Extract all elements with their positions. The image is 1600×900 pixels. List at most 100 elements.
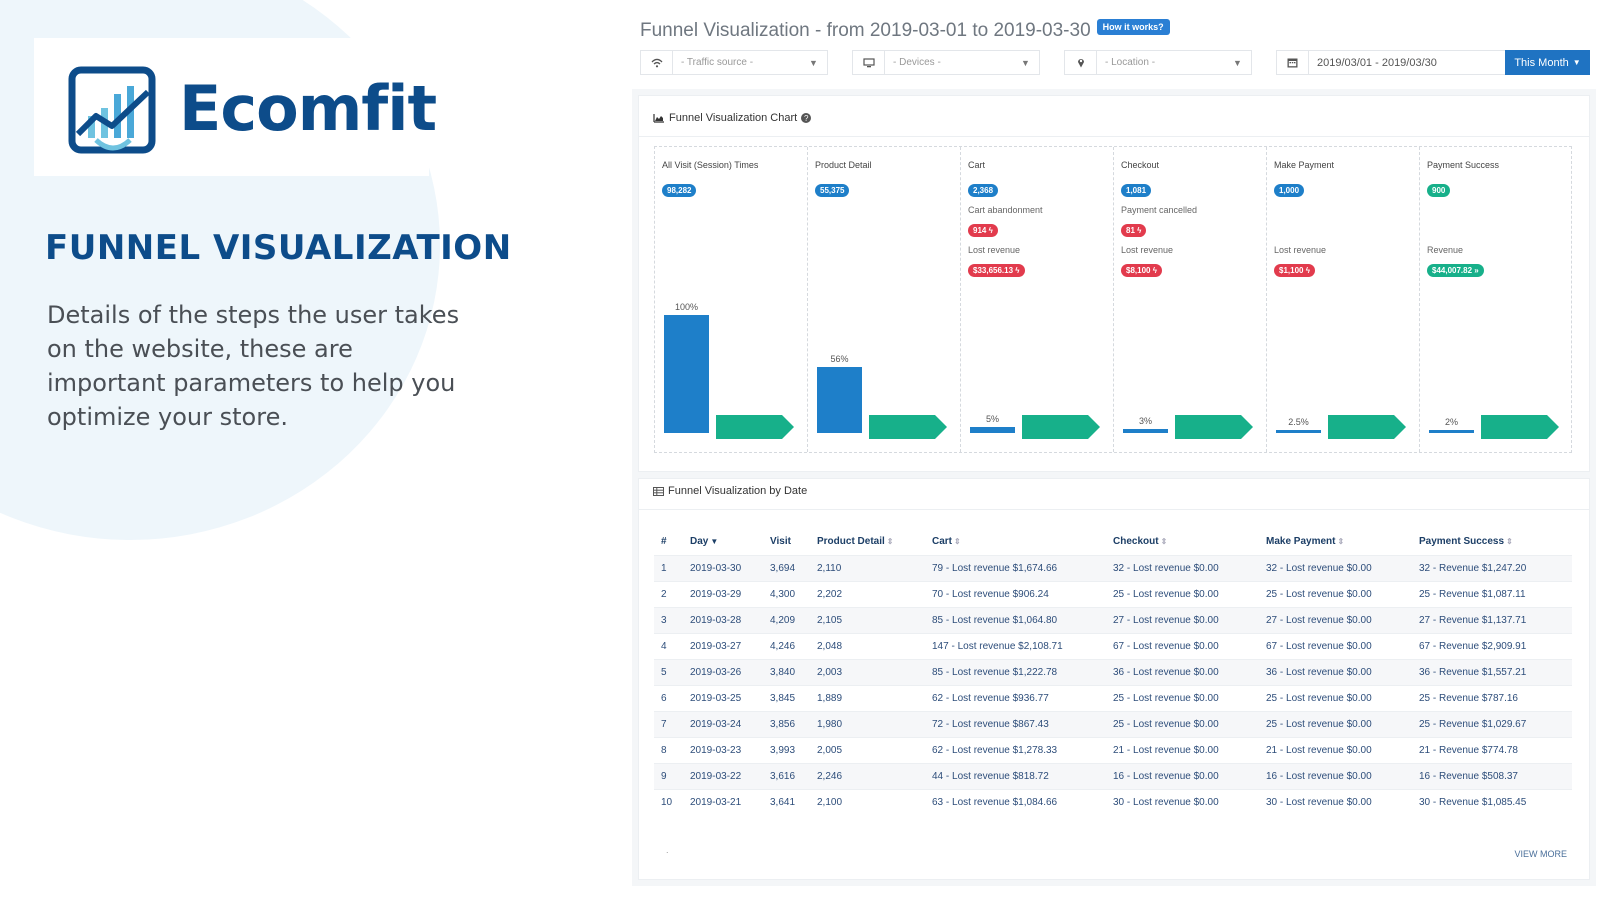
chart-card-header: Funnel Visualization Chart ? (653, 112, 812, 124)
table-header-row: # Day ▼ Visit Product Detail ⇕ Cart ⇕ Check… (654, 529, 1572, 555)
table-cell: 3,641 (763, 788, 810, 815)
funnel-chart-card: Funnel Visualization Chart ? All Visit (… (638, 95, 1590, 472)
filter-bar: - Traffic source - ▼ - Devices - ▼ - Loc… (640, 50, 1590, 75)
table-cell: 4,209 (763, 606, 810, 633)
stage-label: Product Detail (815, 160, 872, 170)
table-cell: 67 - Lost revenue $0.00 (1106, 632, 1259, 659)
location-select[interactable]: - Location - ▼ (1064, 50, 1252, 75)
column-label: Make Payment (1266, 536, 1336, 548)
lost-revenue-badge: $8,100 ϟ (1121, 264, 1162, 277)
bolt-icon: ϟ (1152, 266, 1157, 275)
sort-icon[interactable]: ⇕ (1161, 537, 1168, 546)
column-header-cart[interactable]: Cart ⇕ (925, 529, 1106, 555)
table-cell: 30 - Revenue $1,085.45 (1412, 788, 1572, 815)
step-arrow-icon (1481, 415, 1559, 439)
table-cell: 2,110 (810, 554, 925, 581)
revenue-badge: $44,007.82 » (1427, 264, 1484, 277)
cart-abandonment-badge: 914 ϟ (968, 224, 998, 237)
table-cell: 1 (654, 554, 683, 581)
table-cell: 2019-03-29 (683, 580, 763, 607)
table-cell: 21 - Lost revenue $0.00 (1259, 736, 1412, 763)
column-label: Product Detail (817, 536, 885, 548)
step-arrow-icon (1022, 415, 1100, 439)
lost-revenue-value: $1,100 (1279, 266, 1304, 275)
table-row: 8 2019-03-23 3,993 2,005 62 - Lost revenue $… (654, 736, 1572, 763)
devices-value: - Devices - (893, 57, 941, 68)
column-header-payment-success[interactable]: Payment Success ⇕ (1412, 529, 1572, 555)
chevron-down-icon: ▼ (809, 57, 818, 68)
table-cell: 8 (654, 736, 683, 763)
table-cell: 3 (654, 606, 683, 633)
stage-label: Payment Success (1427, 160, 1500, 170)
column-label: Payment Success (1419, 536, 1505, 548)
lost-revenue-badge: $1,100 ϟ (1274, 264, 1315, 277)
map-pin-icon (1065, 51, 1097, 74)
table-row: 5 2019-03-26 3,840 2,003 85 - Lost revenue $… (654, 658, 1572, 685)
sort-icon[interactable]: ⇕ (1506, 537, 1513, 546)
sort-icon[interactable]: ⇕ (1337, 537, 1344, 546)
lost-revenue-badge: $33,656.13 ϟ (968, 264, 1025, 277)
table-cell: 67 - Lost revenue $0.00 (1259, 632, 1412, 659)
table-row: 7 2019-03-24 3,856 1,980 72 - Lost revenue $… (654, 710, 1572, 737)
table-cell: 67 - Revenue $2,909.91 (1412, 632, 1572, 659)
table-icon (653, 486, 664, 496)
traffic-source-select[interactable]: - Traffic source - ▼ (640, 50, 828, 75)
how-it-works-button[interactable]: How it works? (1096, 19, 1170, 35)
stage-count-badge: 1,000 (1274, 184, 1305, 197)
lost-revenue-label: Lost revenue (968, 245, 1021, 255)
table-row: 3 2019-03-28 4,209 2,105 85 - Lost revenue $… (654, 606, 1572, 633)
table-cell: 62 - Lost revenue $1,278.33 (925, 736, 1106, 763)
table-row: 4 2019-03-27 4,246 2,048 147 - Lost revenue … (654, 632, 1572, 659)
column-label: # (661, 536, 667, 548)
column-header-checkout[interactable]: Checkout ⇕ (1106, 529, 1259, 555)
step-arrow-icon (1175, 415, 1253, 439)
table-cell: 2,246 (810, 762, 925, 789)
table-cell: 27 - Lost revenue $0.00 (1259, 606, 1412, 633)
cart-abandonment-label: Cart abandonment (968, 205, 1043, 215)
funnel-bar (1429, 430, 1474, 433)
table-cell: 2019-03-21 (683, 788, 763, 815)
table-cell: 2,202 (810, 580, 925, 607)
sort-desc-icon[interactable]: ▼ (710, 537, 718, 546)
table-cell: 79 - Lost revenue $1,674.66 (925, 554, 1106, 581)
date-range-input[interactable]: 2019/03/01 - 2019/03/30 (1276, 50, 1506, 75)
sort-icon[interactable]: ⇕ (887, 537, 894, 546)
column-header-day[interactable]: Day ▼ (683, 529, 763, 555)
step-arrow-icon (716, 415, 794, 439)
table-cell: 3,694 (763, 554, 810, 581)
view-more-link[interactable]: VIEW MORE (1514, 849, 1567, 859)
chevron-down-icon: ▼ (1233, 57, 1242, 68)
revenue-value: $44,007.82 (1432, 266, 1473, 275)
table-card-title: Funnel Visualization by Date (668, 485, 808, 497)
sort-icon[interactable]: ⇕ (954, 537, 961, 546)
bolt-icon: ϟ (988, 226, 993, 235)
column-label: Cart (932, 536, 953, 548)
table-cell: 7 (654, 710, 683, 737)
double-chevron-icon: » (1474, 266, 1479, 275)
table-cell: 1,889 (810, 684, 925, 711)
stage-label: Checkout (1121, 160, 1160, 170)
table-cell: 2,048 (810, 632, 925, 659)
table-cell: 63 - Lost revenue $1,084.66 (925, 788, 1106, 815)
lost-revenue-value: $33,656.13 (973, 266, 1014, 275)
table-cell: 9 (654, 762, 683, 789)
stage-count-badge: 98,282 (662, 184, 697, 197)
question-icon[interactable]: ? (801, 113, 812, 123)
table-cell: 27 - Lost revenue $0.00 (1106, 606, 1259, 633)
cart-abandonment-value: 914 (973, 226, 987, 235)
funnel-stage-product-detail: Product Detail 55,375 56% (808, 147, 961, 452)
column-header-make-payment[interactable]: Make Payment ⇕ (1259, 529, 1412, 555)
stage-percent-label: 3% (1138, 416, 1152, 426)
funnel-chart: All Visit (Session) Times 98,282 100% Pr… (654, 146, 1572, 453)
funnel-bar (970, 427, 1015, 433)
stage-count-badge: 55,375 (815, 184, 850, 197)
this-month-button[interactable]: This Month ▼ (1505, 50, 1590, 75)
column-header-product-detail[interactable]: Product Detail ⇕ (810, 529, 925, 555)
hero-description: Details of the steps the user takes on t… (47, 301, 460, 431)
table-cell: 16 - Lost revenue $0.00 (1106, 762, 1259, 789)
bolt-icon: ϟ (1137, 226, 1142, 235)
funnel-stage-visits: All Visit (Session) Times 98,282 100% (655, 147, 808, 452)
payment-cancelled-badge: 81 ϟ (1121, 224, 1147, 237)
devices-select[interactable]: - Devices - ▼ (852, 50, 1040, 75)
table-cell: 85 - Lost revenue $1,222.78 (925, 658, 1106, 685)
